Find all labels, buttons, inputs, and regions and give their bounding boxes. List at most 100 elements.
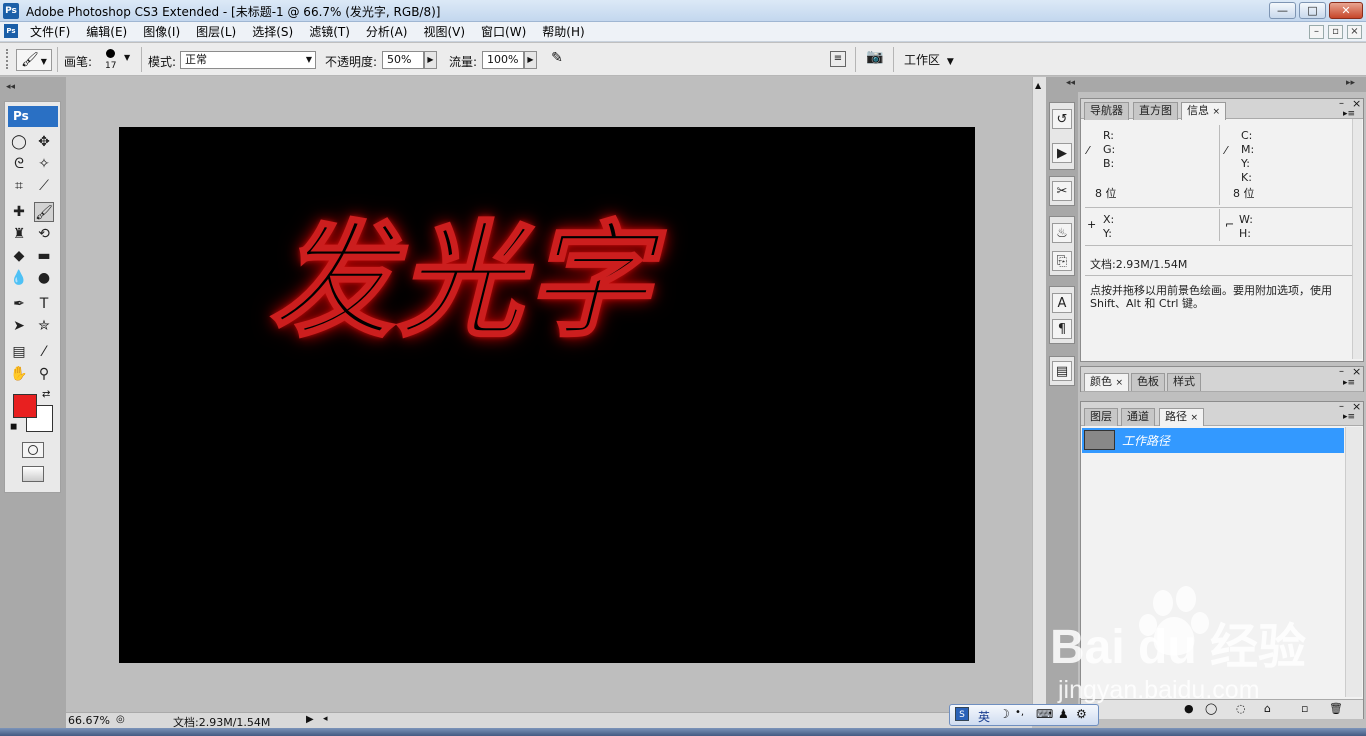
- notes-tool-icon[interactable]: ▤: [9, 342, 29, 362]
- brush-tool-icon[interactable]: 🖌: [34, 202, 54, 222]
- eraser-tool-icon[interactable]: ◆: [9, 246, 29, 266]
- doc-minimize-button[interactable]: –: [1309, 25, 1324, 39]
- clone-stamp-tool-icon[interactable]: ♜: [9, 224, 29, 244]
- lasso-tool-icon[interactable]: ᘓ: [9, 154, 29, 174]
- slice-tool-icon[interactable]: ⟋: [34, 176, 54, 196]
- menu-help[interactable]: 帮助(H): [534, 22, 592, 42]
- bridge-icon[interactable]: 📷: [864, 49, 886, 69]
- actions-icon[interactable]: ▶: [1052, 143, 1072, 163]
- collapse-dock-icon[interactable]: ◂◂: [1066, 78, 1075, 88]
- panel-menu-icon[interactable]: ▸≡: [1343, 412, 1355, 422]
- tab-histogram[interactable]: 直方图: [1133, 102, 1178, 120]
- doc-close-button[interactable]: ×: [1347, 25, 1362, 39]
- scroll-left-icon[interactable]: ◂: [323, 714, 328, 724]
- magic-wand-tool-icon[interactable]: ✧: [34, 154, 54, 174]
- airbrush-icon[interactable]: ✎: [546, 50, 568, 70]
- hand-tool-icon[interactable]: ✋: [9, 364, 29, 384]
- opacity-input[interactable]: 50%: [382, 51, 424, 69]
- tab-color[interactable]: 颜色 ×: [1084, 373, 1130, 391]
- menu-view[interactable]: 视图(V): [415, 22, 473, 42]
- clone-source-icon[interactable]: ⎘: [1052, 251, 1072, 271]
- ime-moon-icon[interactable]: ☽: [999, 707, 1010, 721]
- history-icon[interactable]: ↺: [1052, 109, 1072, 129]
- gradient-tool-icon[interactable]: ▬: [34, 246, 54, 266]
- menu-layer[interactable]: 图层(L): [188, 22, 244, 42]
- tab-channels[interactable]: 通道: [1121, 408, 1155, 426]
- ime-logo-icon[interactable]: S: [955, 707, 969, 721]
- character-icon[interactable]: A: [1052, 293, 1072, 313]
- doc-restore-button[interactable]: ▫: [1328, 25, 1343, 39]
- foreground-color-swatch[interactable]: [13, 394, 37, 418]
- menu-image[interactable]: 图像(I): [135, 22, 188, 42]
- mode-select[interactable]: 正常 ▼: [180, 51, 316, 69]
- close-button[interactable]: ✕: [1329, 2, 1363, 19]
- healing-brush-tool-icon[interactable]: ✚: [9, 202, 29, 222]
- tab-paths[interactable]: 路径 ×: [1159, 408, 1205, 426]
- info-panel-scrollbar[interactable]: [1352, 119, 1362, 359]
- menu-file[interactable]: 文件(F): [22, 22, 78, 42]
- flow-input[interactable]: 100%: [482, 51, 524, 69]
- tab-layers[interactable]: 图层: [1084, 408, 1118, 426]
- vertical-scrollbar[interactable]: ▲: [1032, 77, 1046, 712]
- panel-minimize-icon[interactable]: –: [1339, 366, 1344, 377]
- ime-user-icon[interactable]: ♟: [1058, 707, 1069, 721]
- close-tab-icon[interactable]: ×: [1191, 413, 1199, 423]
- brushes-icon[interactable]: ♨: [1052, 223, 1072, 243]
- ime-punct-icon[interactable]: •,: [1015, 707, 1024, 718]
- panel-minimize-icon[interactable]: –: [1339, 98, 1344, 109]
- collapse-toolbox-icon[interactable]: ◂◂: [6, 82, 15, 92]
- swap-colors-icon[interactable]: ⇄: [42, 389, 50, 400]
- default-colors-icon[interactable]: ◼: [10, 422, 17, 432]
- expand-dock-icon[interactable]: ▸▸: [1346, 78, 1355, 88]
- panel-menu-icon[interactable]: ▸≡: [1343, 109, 1355, 119]
- zoom-tool-icon[interactable]: ⚲: [34, 364, 54, 384]
- history-brush-tool-icon[interactable]: ⟲: [34, 224, 54, 244]
- opacity-slider-button[interactable]: ▶: [424, 51, 437, 69]
- tab-navigator[interactable]: 导航器: [1084, 102, 1129, 120]
- options-grip[interactable]: [6, 49, 9, 69]
- menu-analysis[interactable]: 分析(A): [358, 22, 416, 42]
- palette-well-icon[interactable]: ≡: [830, 51, 846, 67]
- tool-preset-picker[interactable]: 🖌 ▼: [16, 49, 52, 71]
- tab-swatches[interactable]: 色板: [1131, 373, 1165, 391]
- workspace-menu[interactable]: 工作区 ▼: [904, 51, 954, 69]
- menu-window[interactable]: 窗口(W): [473, 22, 534, 42]
- menu-select[interactable]: 选择(S): [244, 22, 301, 42]
- maximize-button[interactable]: □: [1299, 2, 1326, 19]
- brush-picker[interactable]: 17 ▼: [100, 47, 136, 73]
- crop-tool-icon[interactable]: ⌗: [9, 176, 29, 196]
- ime-keyboard-icon[interactable]: ⌨: [1036, 707, 1053, 721]
- close-tab-icon[interactable]: ×: [1116, 378, 1124, 388]
- marquee-tool-icon[interactable]: ◯: [9, 132, 29, 152]
- screen-mode-icon[interactable]: [22, 466, 44, 482]
- path-selection-tool-icon[interactable]: ➤: [9, 316, 29, 336]
- zoom-icon[interactable]: ◎: [116, 714, 125, 725]
- quick-mask-icon[interactable]: [22, 442, 44, 458]
- blur-tool-icon[interactable]: 💧: [9, 268, 29, 288]
- panel-minimize-icon[interactable]: –: [1339, 401, 1344, 412]
- menu-filter[interactable]: 滤镜(T): [301, 22, 358, 42]
- type-tool-icon[interactable]: T: [34, 294, 54, 314]
- eyedropper-tool-icon[interactable]: ⁄: [34, 342, 54, 362]
- panel-menu-icon[interactable]: ▸≡: [1343, 378, 1355, 388]
- menu-edit[interactable]: 编辑(E): [78, 22, 135, 42]
- minimize-button[interactable]: —: [1269, 2, 1296, 19]
- pen-tool-icon[interactable]: ✒: [9, 294, 29, 314]
- document-icon[interactable]: Ps: [4, 24, 18, 38]
- status-menu-icon[interactable]: ▶: [306, 714, 314, 725]
- ime-settings-icon[interactable]: ⚙: [1076, 707, 1087, 721]
- ime-language[interactable]: 英: [978, 708, 990, 725]
- dodge-tool-icon[interactable]: ●: [34, 268, 54, 288]
- path-item-work-path[interactable]: 工作路径: [1082, 428, 1344, 453]
- close-tab-icon[interactable]: ×: [1213, 107, 1221, 117]
- tab-styles[interactable]: 样式: [1167, 373, 1201, 391]
- paragraph-icon[interactable]: ¶: [1052, 319, 1072, 339]
- layer-comps-icon[interactable]: ▤: [1052, 361, 1072, 381]
- tool-presets-icon[interactable]: ✂: [1052, 181, 1072, 201]
- flow-slider-button[interactable]: ▶: [524, 51, 537, 69]
- shape-tool-icon[interactable]: ✮: [34, 316, 54, 336]
- panel-close-icon[interactable]: ×: [1352, 365, 1361, 378]
- scroll-up-icon[interactable]: ▲: [1035, 81, 1041, 90]
- move-tool-icon[interactable]: ✥: [34, 132, 54, 152]
- zoom-level[interactable]: 66.67%: [68, 714, 110, 727]
